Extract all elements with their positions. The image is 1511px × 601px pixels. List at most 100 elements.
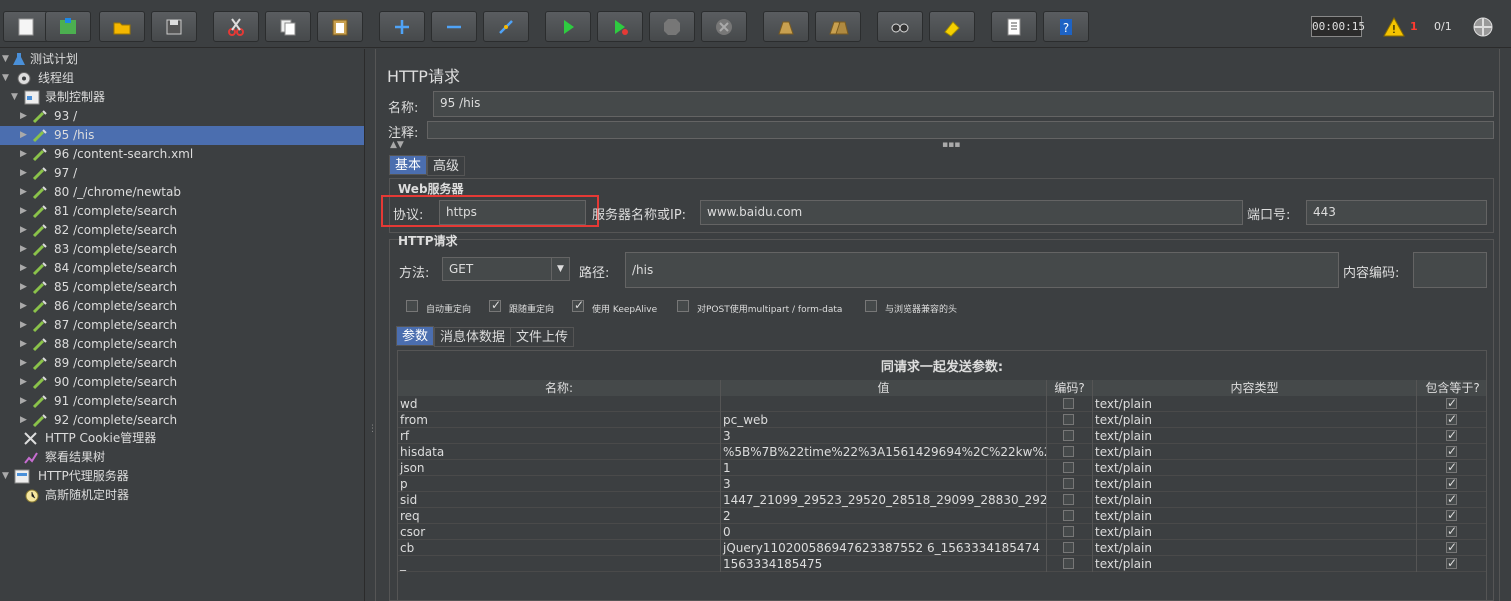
expand-arrow-icon[interactable]: ▶ — [20, 297, 30, 316]
encode-checkbox[interactable] — [1063, 494, 1074, 505]
expand-arrow-icon[interactable]: ▶ — [20, 164, 30, 183]
expand-arrow-icon[interactable]: ▶ — [20, 240, 30, 259]
expand-arrow-icon[interactable]: ▶ — [20, 126, 30, 145]
table-row[interactable]: sid 1447_21099_29523_29520_28518_29099_28… — [398, 492, 1486, 508]
param-content-type[interactable]: text/plain — [1093, 524, 1417, 540]
param-name[interactable]: p — [398, 476, 721, 492]
keepalive-checkbox[interactable] — [572, 298, 584, 312]
param-value[interactable]: 0 — [721, 524, 1047, 540]
include-equals-checkbox[interactable] — [1446, 540, 1457, 555]
param-value[interactable]: %5B%7B%22time%22%3A1561429694%2C%22kw%22… — [721, 444, 1047, 460]
param-name[interactable]: csor — [398, 524, 721, 540]
encode-checkbox[interactable] — [1063, 558, 1074, 569]
browser-headers-checkbox[interactable] — [865, 300, 877, 312]
copy-button[interactable] — [265, 11, 311, 42]
include-equals-checkbox[interactable] — [1446, 556, 1457, 571]
param-name[interactable]: wd — [398, 396, 721, 412]
comment-field[interactable] — [427, 121, 1494, 139]
tree-node-sampler[interactable]: ▶ 88 /complete/search — [0, 335, 364, 354]
param-content-type[interactable]: text/plain — [1093, 540, 1417, 556]
column-content-type[interactable]: 内容类型 — [1093, 380, 1417, 396]
include-equals-checkbox[interactable] — [1446, 444, 1457, 459]
param-value[interactable] — [721, 396, 1047, 412]
help-button[interactable]: ? — [1043, 11, 1089, 42]
include-equals-checkbox[interactable] — [1446, 524, 1457, 539]
column-include-equals[interactable]: 包含等于? — [1417, 380, 1488, 396]
column-value[interactable]: 值 — [721, 380, 1047, 396]
collapse-arrows-icon[interactable]: ▲▼ — [390, 140, 404, 150]
include-equals-checkbox[interactable] — [1446, 412, 1457, 427]
table-row[interactable]: csor 0 text/plain — [398, 524, 1486, 540]
warning-icon[interactable]: ! — [1383, 17, 1405, 37]
expand-arrow-icon[interactable]: ▼ — [11, 88, 21, 107]
collapse-button[interactable] — [431, 11, 477, 42]
param-content-type[interactable]: text/plain — [1093, 428, 1417, 444]
expand-arrow-icon[interactable]: ▼ — [2, 467, 12, 486]
table-row[interactable]: rf 3 text/plain — [398, 428, 1486, 444]
encode-checkbox[interactable] — [1063, 478, 1074, 489]
paste-button[interactable] — [317, 11, 363, 42]
tree-node-sampler[interactable]: ▶ 85 /complete/search — [0, 278, 364, 297]
expand-arrow-icon[interactable]: ▶ — [20, 221, 30, 240]
include-equals-checkbox[interactable] — [1446, 476, 1457, 491]
tree-node-sampler[interactable]: ▶ 97 / — [0, 164, 364, 183]
search-button[interactable] — [877, 11, 923, 42]
tree-node-proxy-server[interactable]: ▼ HTTP代理服务器 — [0, 467, 364, 486]
param-content-type[interactable]: text/plain — [1093, 396, 1417, 412]
param-name[interactable]: sid — [398, 492, 721, 508]
param-name[interactable]: req — [398, 508, 721, 524]
param-content-type[interactable]: text/plain — [1093, 444, 1417, 460]
param-content-type[interactable]: text/plain — [1093, 476, 1417, 492]
param-value[interactable]: 1563334185475 — [721, 556, 1047, 572]
encode-checkbox[interactable] — [1063, 542, 1074, 553]
include-equals-checkbox[interactable] — [1446, 460, 1457, 475]
tab-parameters[interactable]: 参数 — [396, 326, 435, 346]
param-value[interactable]: 3 — [721, 428, 1047, 444]
start-button[interactable] — [545, 11, 591, 42]
expand-arrow-icon[interactable]: ▶ — [20, 278, 30, 297]
shutdown-button[interactable] — [701, 11, 747, 42]
clear-all-button[interactable] — [815, 11, 861, 42]
param-name[interactable]: json — [398, 460, 721, 476]
expand-arrow-icon[interactable]: ▶ — [20, 335, 30, 354]
table-row[interactable]: json 1 text/plain — [398, 460, 1486, 476]
tree-node-sampler[interactable]: ▶ 93 / — [0, 107, 364, 126]
param-value[interactable]: 3 — [721, 476, 1047, 492]
table-row[interactable]: cb jQuery110200586947623387552 6_15633341… — [398, 540, 1486, 556]
tab-advanced[interactable]: 高级 — [427, 156, 466, 176]
encode-checkbox[interactable] — [1063, 398, 1074, 409]
path-field[interactable]: /his — [625, 252, 1339, 288]
toggle-button[interactable] — [483, 11, 529, 42]
expand-arrow-icon[interactable]: ▶ — [20, 183, 30, 202]
reset-search-button[interactable] — [929, 11, 975, 42]
tree-node-sampler[interactable]: ▶ 84 /complete/search — [0, 259, 364, 278]
templates-button[interactable] — [45, 11, 91, 42]
expand-arrow-icon[interactable]: ▶ — [20, 373, 30, 392]
param-name[interactable]: rf — [398, 428, 721, 444]
tree-node-sampler[interactable]: ▶ 90 /complete/search — [0, 373, 364, 392]
name-field[interactable]: 95 /his — [433, 91, 1494, 117]
expand-button[interactable] — [379, 11, 425, 42]
expand-arrow-icon[interactable]: ▶ — [20, 259, 30, 278]
param-value[interactable]: 1447_21099_29523_29520_28518_29099_28830… — [721, 492, 1047, 508]
server-field[interactable]: www.baidu.com — [700, 200, 1243, 225]
port-field[interactable]: 443 — [1306, 200, 1487, 225]
redirect-auto-checkbox[interactable] — [406, 300, 418, 312]
encode-checkbox[interactable] — [1063, 414, 1074, 425]
param-name[interactable]: _ — [398, 556, 721, 572]
table-row[interactable]: _ 1563334185475 text/plain — [398, 556, 1486, 572]
expand-arrow-icon[interactable]: ▶ — [20, 316, 30, 335]
vertical-scrollbar[interactable] — [1499, 49, 1511, 601]
split-pane-divider[interactable]: ⋮ — [364, 49, 377, 601]
tree-node-sampler[interactable]: ▶ 91 /complete/search — [0, 392, 364, 411]
expand-arrow-icon[interactable]: ▶ — [20, 202, 30, 221]
tree-node-sampler[interactable]: ▶ 83 /complete/search — [0, 240, 364, 259]
resize-grip-icon[interactable]: ▪▪▪ — [942, 140, 960, 150]
column-name[interactable]: 名称: — [398, 380, 721, 396]
param-content-type[interactable]: text/plain — [1093, 412, 1417, 428]
table-row[interactable]: from pc_web text/plain — [398, 412, 1486, 428]
param-value[interactable]: jQuery110200586947623387552 6_1563334185… — [721, 540, 1047, 556]
expand-arrow-icon[interactable]: ▶ — [20, 411, 30, 430]
expand-arrow-icon[interactable]: ▶ — [20, 107, 30, 126]
tab-body-data[interactable]: 消息体数据 — [434, 327, 512, 347]
